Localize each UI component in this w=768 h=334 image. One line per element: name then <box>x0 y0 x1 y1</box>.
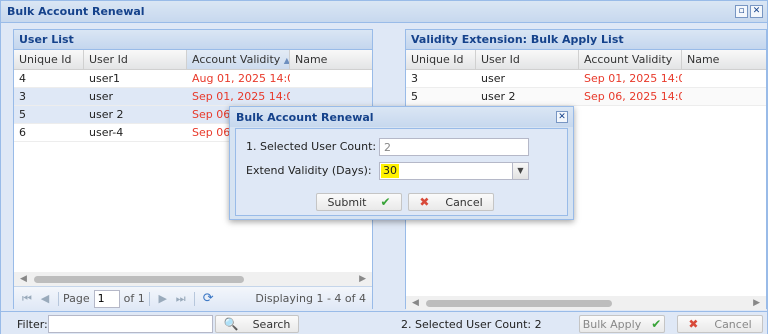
cell-validity: Aug 01, 2025 14:00 <box>192 72 290 85</box>
extend-validity-combo[interactable]: 30 ▼ <box>379 162 529 180</box>
cell-validity: Sep 01, 2025 14:00 <box>192 90 290 103</box>
dialog-title: Bulk Account Renewal <box>236 111 374 124</box>
user-list-hscroll[interactable]: ◀ ▶ <box>14 272 372 286</box>
bulk-apply-button[interactable]: Bulk Apply ✔ <box>579 315 665 333</box>
search-icon: 🔍 <box>223 317 239 331</box>
check-icon: ✔ <box>380 195 391 209</box>
cell-user-id: user1 <box>89 72 120 85</box>
pager-separator <box>58 291 59 306</box>
dialog-body: 1. Selected User Count: 2 Extend Validit… <box>235 128 568 216</box>
table-row[interactable]: 3 user Sep 01, 2025 14:00 <box>14 88 372 106</box>
cancel-icon: ✖ <box>419 195 430 209</box>
last-page-icon[interactable]: ⏭ <box>172 292 190 306</box>
bulk-apply-label: Bulk Apply <box>582 317 642 331</box>
page-of-label: of 1 <box>123 292 145 305</box>
refresh-icon[interactable]: ⟳ <box>203 291 214 306</box>
column-account-validity[interactable]: Account Validity <box>579 50 682 69</box>
cell-user-id: user-4 <box>89 126 124 139</box>
cancel-icon: ✖ <box>688 317 699 331</box>
pager-separator <box>193 291 195 306</box>
cell-user-id: user <box>481 72 505 85</box>
restore-icon[interactable]: ▫ <box>735 5 748 18</box>
cell-unique-id: 4 <box>19 72 26 85</box>
cell-unique-id: 5 <box>411 90 418 103</box>
filter-input[interactable] <box>48 315 213 333</box>
column-unique-id[interactable]: Unique Id <box>14 50 84 69</box>
column-account-validity[interactable]: Account Validity ▲ <box>187 50 290 69</box>
next-page-icon[interactable]: ▶ <box>154 292 172 305</box>
column-user-id[interactable]: User Id <box>476 50 579 69</box>
window-title: Bulk Account Renewal <box>7 5 145 18</box>
cell-name <box>290 88 372 105</box>
bulk-renewal-dialog: Bulk Account Renewal ✕ 1. Selected User … <box>229 106 574 220</box>
pager: ⏮ ◀ Page of 1 ▶ ⏭ ⟳ Displaying 1 - 4 of … <box>14 286 372 310</box>
column-name[interactable]: Name <box>682 50 766 69</box>
search-button-label: Search <box>252 317 291 331</box>
cell-user-id: user <box>89 90 113 103</box>
prev-page-icon[interactable]: ◀ <box>36 292 54 305</box>
column-user-id[interactable]: User Id <box>84 50 187 69</box>
scroll-left-icon[interactable]: ◀ <box>20 274 27 284</box>
user-list-header: Unique Id User Id Account Validity ▲ Nam… <box>14 50 372 70</box>
bulk-apply-header: Unique Id User Id Account Validity Name <box>406 50 766 70</box>
cell-unique-id: 5 <box>19 108 26 121</box>
dropdown-arrow-icon[interactable]: ▼ <box>512 163 528 179</box>
pager-separator <box>148 291 150 306</box>
cell-validity: Sep 06, 2025 14:00 <box>584 90 682 103</box>
cell-unique-id: 3 <box>411 72 418 85</box>
cell-unique-id: 6 <box>19 126 26 139</box>
check-icon: ✔ <box>651 317 662 331</box>
display-info: Displaying 1 - 4 of 4 <box>255 292 366 305</box>
bulk-apply-title: Validity Extension: Bulk Apply List <box>406 30 766 50</box>
scroll-left-icon[interactable]: ◀ <box>412 298 419 308</box>
column-name[interactable]: Name <box>290 50 372 69</box>
first-page-icon[interactable]: ⏮ <box>18 292 36 306</box>
cell-validity: Sep 01, 2025 14:00 <box>584 72 682 85</box>
close-icon[interactable]: ✕ <box>556 111 568 123</box>
table-row[interactable]: 5 user 2 Sep 06, 2025 14:00 <box>406 88 766 106</box>
cell-name <box>290 70 372 87</box>
column-unique-id[interactable]: Unique Id <box>406 50 476 69</box>
scroll-right-icon[interactable]: ▶ <box>753 298 760 308</box>
cell-unique-id: 3 <box>19 90 26 103</box>
submit-label: Submit <box>327 195 367 209</box>
close-icon[interactable]: ✕ <box>750 5 763 18</box>
selected-count-text: 2. Selected User Count: 2 <box>401 318 542 331</box>
bulk-apply-hscroll[interactable]: ◀ ▶ <box>406 296 766 310</box>
scroll-thumb[interactable] <box>426 300 612 307</box>
cancel-label: Cancel <box>714 317 752 331</box>
cancel-button[interactable]: ✖ Cancel <box>677 315 763 333</box>
cell-user-id: user 2 <box>481 90 516 103</box>
user-list-title: User List <box>14 30 372 50</box>
table-row[interactable]: 4 user1 Aug 01, 2025 14:00 <box>14 70 372 88</box>
search-button[interactable]: 🔍 Search <box>215 315 299 333</box>
extend-validity-value: 30 <box>381 164 399 178</box>
extend-validity-label: Extend Validity (Days): <box>246 164 372 177</box>
column-account-validity-label: Account Validity <box>192 53 281 66</box>
page-label: Page <box>63 292 90 305</box>
scroll-right-icon[interactable]: ▶ <box>359 274 366 284</box>
table-row[interactable]: 3 user Sep 01, 2025 14:00 <box>406 70 766 88</box>
filter-label: Filter: <box>17 318 48 331</box>
selected-count-field[interactable]: 2 <box>379 138 529 156</box>
cell-user-id: user 2 <box>89 108 124 121</box>
window-header: Bulk Account Renewal ▫ ✕ <box>1 1 767 23</box>
cell-name <box>682 70 766 87</box>
window-tools: ▫ ✕ <box>735 5 763 18</box>
scroll-thumb[interactable] <box>34 276 244 283</box>
submit-button[interactable]: Submit ✔ <box>316 193 402 211</box>
page-input[interactable] <box>93 289 120 308</box>
dialog-header: Bulk Account Renewal ✕ <box>230 107 573 127</box>
dialog-cancel-button[interactable]: ✖ Cancel <box>408 193 494 211</box>
selected-count-label: 1. Selected User Count: <box>246 140 377 153</box>
bottom-toolbar: Filter: 🔍 Search 2. Selected User Count:… <box>1 311 767 334</box>
cell-name <box>682 88 766 105</box>
dialog-cancel-label: Cancel <box>445 195 483 209</box>
